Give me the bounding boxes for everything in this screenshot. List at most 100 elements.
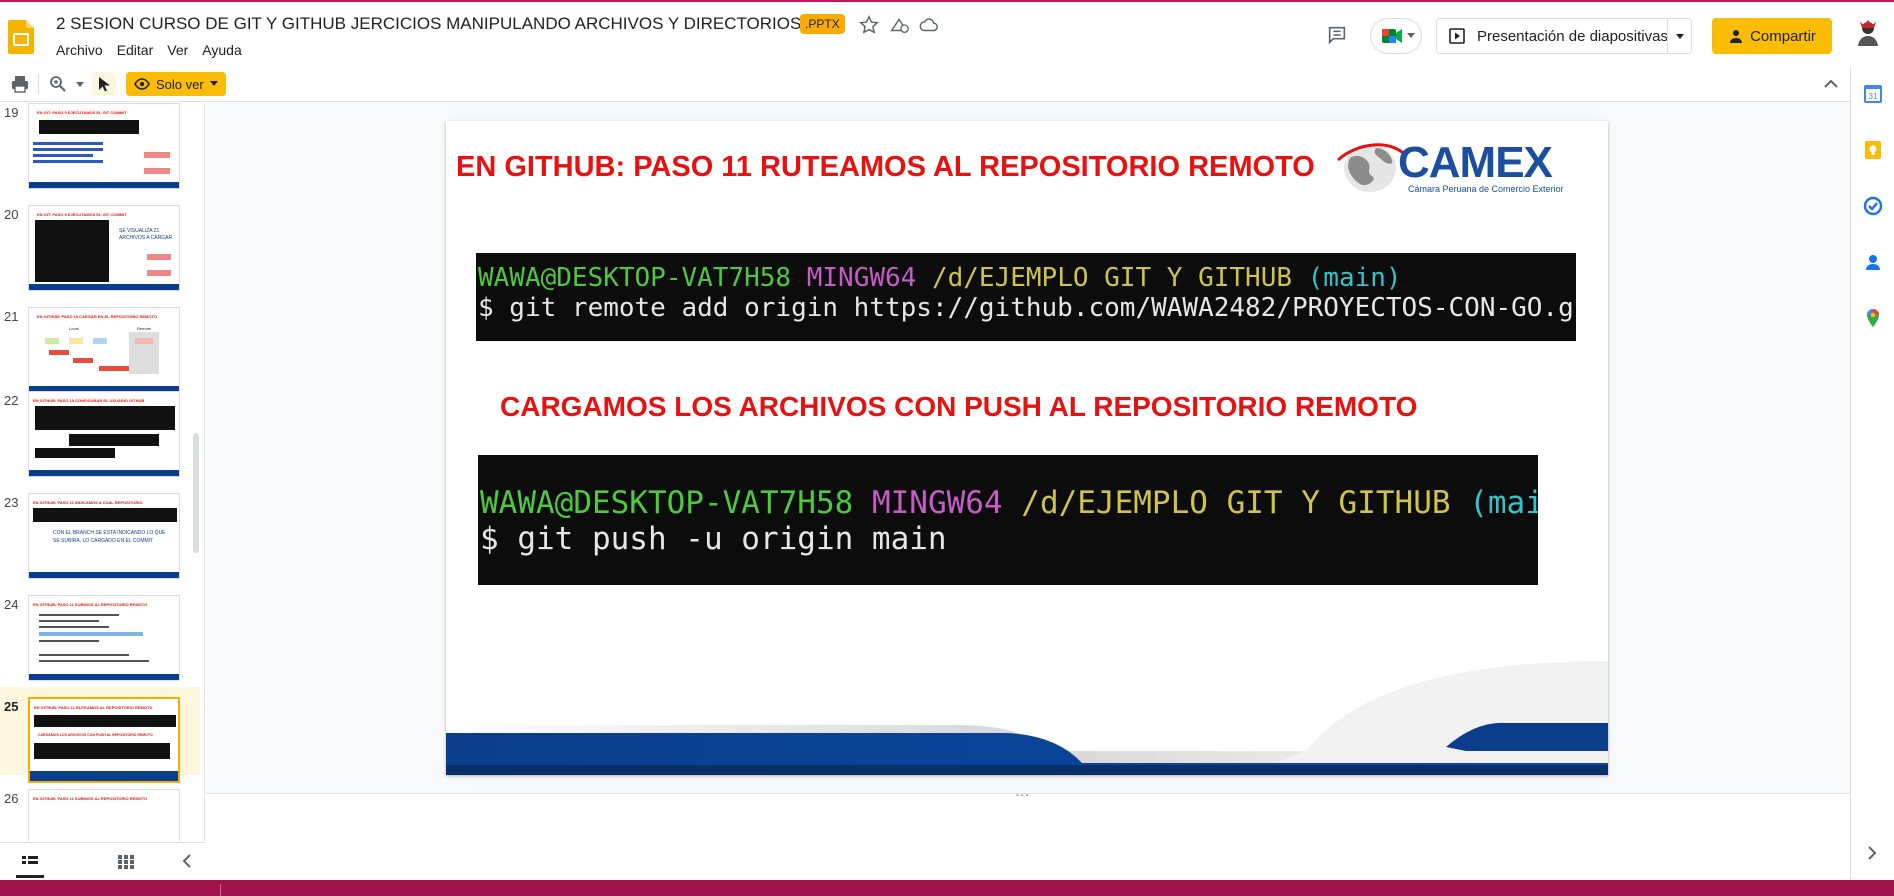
comments-icon[interactable] <box>1326 24 1348 46</box>
slide-number: 23 <box>4 495 19 510</box>
menu-editar[interactable]: Editar <box>117 42 162 58</box>
meet-icon <box>1382 29 1402 43</box>
thumbnail-preview: EN GIT: PASO 9 EJECUTAMOS EL GIT COMMIT … <box>28 205 180 291</box>
thumbnail-title: EN GITHUB: PASO 11 SUBIMOS AL REPOSITORI… <box>33 796 148 801</box>
thumbnail-title: EN GIT: PASO 9 EJECUTAMOS EL GIT COMMIT <box>37 212 127 217</box>
slide-subheading: CARGAMOS LOS ARCHIVOS CON PUSH AL REPOSI… <box>500 391 1418 422</box>
slide-number: 21 <box>4 309 19 324</box>
slide-number: 19 <box>4 105 19 120</box>
globe-logo-icon <box>1336 143 1406 192</box>
menu-ver[interactable]: Ver <box>167 42 196 58</box>
thumbnail-title: EN GITHUB: PASO 10 CARGAR EN EL REPOSITO… <box>37 314 157 319</box>
slide-footer-decoration <box>446 661 1608 775</box>
zoom-dropdown-icon[interactable] <box>76 82 84 88</box>
maps-icon[interactable] <box>1863 308 1883 328</box>
document-title[interactable]: 2 SESION CURSO DE GIT Y GITHUB JERCICIOS… <box>56 14 801 34</box>
terminal-shell: MINGW64 <box>806 263 917 293</box>
chevron-down-icon <box>1676 34 1684 39</box>
slide-number: 25 <box>4 699 19 714</box>
slide-thumbnail-24[interactable]: 24 EN GITHUB: PASO 11 SUBIMOS AL REPOSIT… <box>0 585 200 681</box>
svg-text:31: 31 <box>1869 92 1878 101</box>
present-button[interactable]: Presentación de diapositivas <box>1436 18 1692 54</box>
slide-thumbnail-25[interactable]: 25 EN GITHUB: PASO 11 RUTEAMOS AL REPOSI… <box>0 687 200 783</box>
slide-number: 22 <box>4 393 19 408</box>
terminal-screenshot-remote-add: WAWA@DESKTOP-VAT7H58 MINGW64 /d/EJEMPLO … <box>476 253 1576 341</box>
terminal-user: WAWA@DESKTOP-VAT7H58 <box>478 263 792 293</box>
camex-logo: CAMEX Cámara Peruana de Comercio Exterio… <box>1336 136 1586 196</box>
present-options-button[interactable] <box>1667 19 1691 53</box>
slide-thumbnail-26[interactable]: 26 EN GITHUB: PASO 11 SUBIMOS AL REPOSIT… <box>0 779 200 841</box>
select-tool-button[interactable] <box>92 72 116 96</box>
cloud-status-icon[interactable] <box>918 14 940 36</box>
file-type-badge: .PPTX <box>800 14 845 34</box>
view-mode-button[interactable]: Solo ver <box>126 72 226 96</box>
menu-ayuda[interactable]: Ayuda <box>202 42 249 58</box>
menu-archivo[interactable]: Archivo <box>56 42 111 58</box>
slide-thumbnail-20[interactable]: 20 EN GIT: PASO 9 EJECUTAMOS EL GIT COMM… <box>0 195 200 291</box>
cursor-icon <box>99 77 110 92</box>
menu-bar: Archivo Editar Ver Ayuda <box>56 42 256 58</box>
slide-number: 26 <box>4 791 19 806</box>
thumbnail-preview: EN GIT: PASO 9 EJECUTAMOS EL GIT COMMIT <box>28 103 180 189</box>
filmstrip-view-icon[interactable] <box>22 855 38 869</box>
grid-view-icon[interactable] <box>118 855 134 869</box>
terminal-shell: MINGW64 <box>871 485 1003 521</box>
view-mode-label: Solo ver <box>156 76 204 92</box>
expand-side-panel-icon[interactable] <box>1867 846 1877 860</box>
thumbnail-preview: EN GITHUB: PASO 11 INDICAMOS A CUAL REPO… <box>28 493 180 579</box>
slide-thumbnail-22[interactable]: 22 EN GITHUB: PASO 10 CONFIGURAR EL USUA… <box>0 381 200 477</box>
slide-number: 24 <box>4 597 19 612</box>
keep-icon[interactable] <box>1863 140 1883 160</box>
profile-picture-icon <box>1853 17 1883 47</box>
thumbnail-preview: EN GITHUB: PASO 10 CONFIGURAR EL USUARIO… <box>28 391 180 477</box>
thumbnail-title: EN GITHUB: PASO 11 INDICAMOS A CUAL REPO… <box>33 500 143 505</box>
star-icon[interactable] <box>858 14 880 36</box>
speaker-notes-area[interactable] <box>206 796 1850 880</box>
thumbnail-preview: EN GITHUB: PASO 11 SUBIMOS AL REPOSITORI… <box>28 789 180 841</box>
zoom-icon[interactable] <box>48 74 68 94</box>
chevron-down-icon <box>209 81 218 86</box>
move-to-folder-icon[interactable] <box>888 14 910 36</box>
thumbnail-preview: EN GITHUB: PASO 11 RUTEAMOS AL REPOSITOR… <box>28 697 180 783</box>
present-icon <box>1449 28 1465 44</box>
slide-filmstrip: 19 EN GIT: PASO 9 EJECUTAMOS EL GIT COMM… <box>0 103 205 841</box>
contacts-icon[interactable] <box>1863 252 1883 272</box>
slide-thumbnail-23[interactable]: 23 EN GITHUB: PASO 11 INDICAMOS A CUAL R… <box>0 483 200 579</box>
terminal-path: /d/EJEMPLO GIT Y GITHUB <box>1021 485 1451 521</box>
thumbnail-title: EN GITHUB: PASO 11 RUTEAMOS AL REPOSITOR… <box>34 705 153 710</box>
thumbnail-note: Local <box>69 326 79 331</box>
slide-heading: EN GITHUB: PASO 11 RUTEAMOS AL REPOSITOR… <box>456 151 1315 183</box>
filmstrip-footer <box>0 842 205 880</box>
current-slide[interactable]: EN GITHUB: PASO 11 RUTEAMOS AL REPOSITOR… <box>446 121 1608 775</box>
terminal-path: /d/EJEMPLO GIT Y GITHUB <box>931 263 1292 293</box>
share-label: Compartir <box>1750 27 1816 45</box>
slide-canvas: EN GITHUB: PASO 11 RUTEAMOS AL REPOSITOR… <box>206 103 1850 800</box>
print-icon[interactable] <box>10 74 30 94</box>
thumbnail-note: Remote <box>137 326 152 331</box>
calendar-icon[interactable]: 31 <box>1863 84 1883 104</box>
share-button[interactable]: Compartir <box>1712 18 1832 54</box>
terminal-command: $ git remote add origin https://github.c… <box>478 293 1576 323</box>
thumbnail-note: SE VISUALIZA 21 <box>119 228 160 234</box>
slide-thumbnail-19[interactable]: 19 EN GIT: PASO 9 EJECUTAMOS EL GIT COMM… <box>0 103 200 189</box>
slides-logo-icon[interactable] <box>8 20 34 54</box>
toolbar: Solo ver <box>0 66 1850 102</box>
thumbnail-note: ARCHIVOS A CARGAR <box>119 235 173 241</box>
meet-button[interactable] <box>1370 18 1422 54</box>
notes-divider <box>206 793 1850 794</box>
terminal-screenshot-push: WAWA@DESKTOP-VAT7H58 MINGW64 /d/EJEMPLO … <box>478 455 1538 585</box>
avatar[interactable] <box>1852 16 1884 48</box>
tasks-icon[interactable] <box>1863 196 1883 216</box>
thumbnail-title: EN GIT: PASO 9 EJECUTAMOS EL GIT COMMIT <box>37 110 127 115</box>
collapse-filmstrip-icon[interactable] <box>182 854 192 868</box>
thumbnail-title: EN GITHUB: PASO 10 CONFIGURAR EL USUARIO… <box>33 398 145 403</box>
thumbnail-title: EN GITHUB: PASO 11 SUBIMOS AL REPOSITORI… <box>33 602 148 607</box>
eye-icon <box>134 78 150 90</box>
terminal-branch: (main) <box>1307 263 1402 293</box>
terminal-user: WAWA@DESKTOP-VAT7H58 <box>480 485 854 521</box>
slide-thumbnail-21[interactable]: 21 EN GITHUB: PASO 10 CARGAR EN EL REPOS… <box>0 297 200 393</box>
collapse-menus-icon[interactable] <box>1824 79 1838 88</box>
logo-text: CAMEX <box>1398 138 1553 187</box>
terminal-branch: (main) <box>1469 485 1538 521</box>
thumbnail-note: CON EL BRANCH SE ESTA INDICANDO LO QUE <box>53 530 166 536</box>
